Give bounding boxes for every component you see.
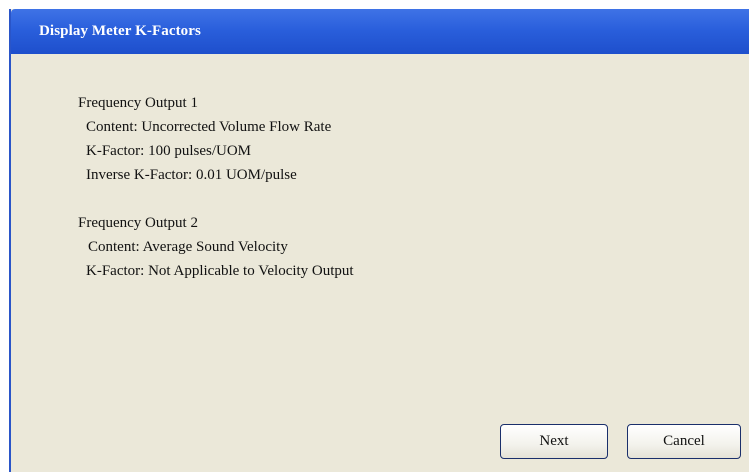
output-1-content: Content: Uncorrected Volume Flow Rate	[86, 119, 332, 135]
output-2-content: Content: Average Sound Velocity	[88, 239, 288, 255]
output-1-k-factor: K-Factor: 100 pulses/UOM	[86, 143, 251, 159]
frequency-output-2-section: Frequency Output 2 Content: Average Soun…	[78, 211, 354, 283]
next-button[interactable]: Next	[500, 424, 608, 459]
dialog-titlebar: Display Meter K-Factors	[11, 9, 749, 54]
output-2-k-factor: K-Factor: Not Applicable to Velocity Out…	[86, 263, 354, 279]
frequency-output-2-heading: Frequency Output 2	[78, 215, 198, 231]
dialog-content: Frequency Output 1 Content: Uncorrected …	[78, 91, 354, 283]
frequency-output-1-heading: Frequency Output 1	[78, 95, 198, 111]
output-1-inverse-k-factor: Inverse K-Factor: 0.01 UOM/pulse	[86, 167, 297, 183]
k-factors-dialog: Display Meter K-Factors Frequency Output…	[9, 9, 749, 472]
cancel-button[interactable]: Cancel	[627, 424, 741, 459]
dialog-title: Display Meter K-Factors	[39, 23, 201, 39]
frequency-output-1-section: Frequency Output 1 Content: Uncorrected …	[78, 91, 354, 187]
